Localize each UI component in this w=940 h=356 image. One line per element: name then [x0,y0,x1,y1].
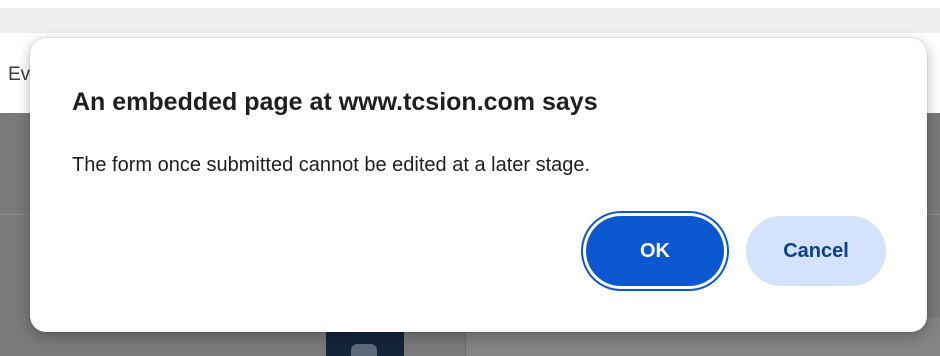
cancel-button[interactable]: Cancel [746,216,886,286]
alert-dialog: An embedded page at www.tcsion.com says … [30,38,927,332]
dialog-message: The form once submitted cannot be edited… [72,154,591,176]
ok-button[interactable]: OK [586,216,724,286]
background-partial-label: Ev [8,64,31,85]
background-top-bar [0,8,940,33]
dialog-title: An embedded page at www.tcsion.com says [72,88,598,116]
background-tile-icon [351,344,377,356]
